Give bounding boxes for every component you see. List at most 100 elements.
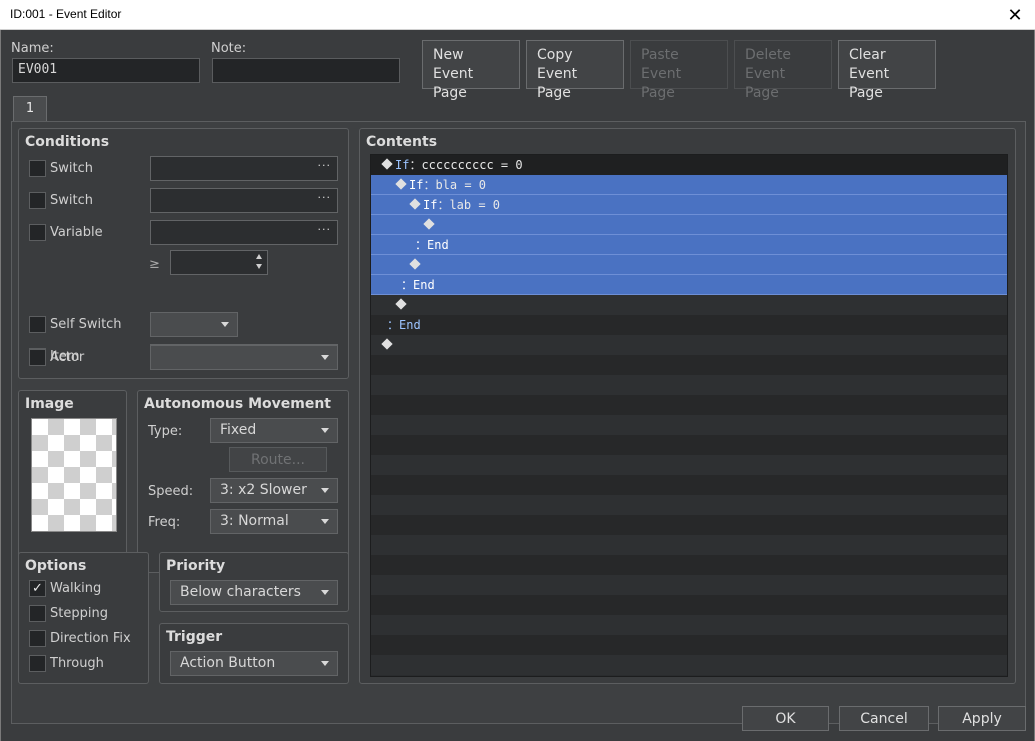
cancel-button[interactable]: Cancel [839,706,929,731]
command-diamond-icon [409,258,421,270]
event-editor-window: Name: EV001 Note: New Event Page Copy Ev… [0,30,1035,741]
contents-title: Contents [366,134,438,150]
command-row[interactable] [371,395,1007,415]
command-row[interactable] [371,615,1007,635]
new-event-page-button[interactable]: New Event Page [422,40,520,101]
self-switch-checkbox[interactable] [29,316,46,333]
walking-label: Walking [50,581,102,596]
speed-label: Speed: [148,484,194,499]
name-input[interactable]: EV001 [12,58,200,83]
command-row[interactable]: If：lab = 0 [371,195,1007,215]
command-row[interactable] [371,295,1007,315]
command-text: ：bla = 0 [423,178,487,192]
conditions-group: Conditions Switch ··· Switch ··· Variabl… [18,128,349,379]
command-row[interactable] [371,255,1007,275]
command-row[interactable] [371,415,1007,435]
priority-group: Priority Below characters [159,552,349,612]
note-label: Note: [211,41,247,56]
command-row[interactable] [371,575,1007,595]
command-row[interactable] [371,635,1007,655]
clear-event-page-button[interactable]: Clear Event Page [838,40,936,101]
switch1-checkbox[interactable] [29,160,46,177]
command-row[interactable] [371,335,1007,355]
variable-checkbox[interactable] [29,224,46,241]
switch2-checkbox[interactable] [29,192,46,209]
event-commands-list[interactable]: If：cccccccccc = 0 If：bla = 0 If：lab = 0 ：En… [370,154,1008,677]
apply-button[interactable]: Apply [938,706,1026,731]
command-text: ：End [415,238,449,252]
command-text: ：End [387,318,421,332]
command-row[interactable] [371,375,1007,395]
movement-freq-dropdown[interactable]: 3: Normal [210,509,338,534]
command-row[interactable] [371,535,1007,555]
command-row[interactable] [371,655,1007,675]
command-row[interactable] [371,555,1007,575]
tab-page-1[interactable]: 1 [13,96,47,122]
command-keyword: If [409,178,424,192]
command-row[interactable] [371,355,1007,375]
note-input[interactable] [212,58,400,83]
image-title: Image [25,396,74,412]
character-image-picker[interactable] [31,418,117,532]
command-row[interactable]: If：cccccccccc = 0 [371,155,1007,175]
command-row[interactable] [371,215,1007,235]
variable-value-spinner[interactable] [170,250,268,275]
paste-event-page-line1: Paste [641,47,679,63]
route-button[interactable]: Route... [229,447,327,472]
switch1-selector[interactable]: ··· [150,156,338,181]
priority-value: Below characters [180,584,301,600]
freq-label: Freq: [148,515,181,530]
command-row[interactable] [371,455,1007,475]
close-icon[interactable]: ✕ [995,0,1035,30]
actor-label: Actor [50,350,85,365]
spin-down-icon[interactable] [256,264,262,269]
command-row[interactable] [371,595,1007,615]
command-diamond-icon [381,158,393,170]
trigger-title: Trigger [166,629,223,645]
command-row[interactable]: ：End [371,315,1007,335]
ellipsis-icon: ··· [317,191,331,204]
title-bar: ID:001 - Event Editor ✕ [0,0,1035,30]
chevron-down-icon [321,488,329,493]
command-row[interactable]: ：End [371,275,1007,295]
copy-event-page-line1: Copy [537,47,573,63]
command-row[interactable]: ：End [371,235,1007,255]
options-title: Options [25,558,87,574]
stepping-checkbox[interactable] [29,605,46,622]
self-switch-dropdown[interactable] [150,312,238,337]
command-row[interactable] [371,435,1007,455]
variable-selector[interactable]: ··· [150,220,338,245]
trigger-dropdown[interactable]: Action Button [170,651,338,676]
name-label: Name: [11,41,54,56]
ok-button[interactable]: OK [742,706,829,731]
spin-up-icon[interactable] [256,254,262,259]
chevron-down-icon [221,322,229,327]
movement-type-dropdown[interactable]: Fixed [210,418,338,443]
walking-checkbox[interactable]: ✓ [29,580,46,597]
priority-dropdown[interactable]: Below characters [170,580,338,605]
chevron-down-icon [321,590,329,595]
through-checkbox[interactable] [29,655,46,672]
direction-fix-checkbox[interactable] [29,630,46,647]
conditions-title: Conditions [25,134,110,150]
command-row[interactable] [371,515,1007,535]
clear-event-page-line1: Clear [849,47,886,63]
switch2-label: Switch [50,193,93,208]
trigger-value: Action Button [180,655,276,671]
switch1-label: Switch [50,161,93,176]
priority-title: Priority [166,558,226,574]
delete-event-page-button[interactable]: Delete Event Page [734,40,832,101]
stepping-label: Stepping [50,606,108,621]
command-row[interactable] [371,475,1007,495]
actor-dropdown[interactable] [150,345,338,370]
copy-event-page-button[interactable]: Copy Event Page [526,40,624,101]
movement-speed-dropdown[interactable]: 3: x2 Slower [210,478,338,503]
command-text: ：lab = 0 [437,198,501,212]
actor-checkbox[interactable] [29,349,46,366]
autonomous-movement-group: Autonomous Movement Type: Fixed Route...… [137,390,349,573]
paste-event-page-button[interactable]: Paste Event Page [630,40,728,101]
command-row[interactable]: If：bla = 0 [371,175,1007,195]
new-event-page-line2: Event Page [433,66,474,101]
command-row[interactable] [371,495,1007,515]
switch2-selector[interactable]: ··· [150,188,338,213]
